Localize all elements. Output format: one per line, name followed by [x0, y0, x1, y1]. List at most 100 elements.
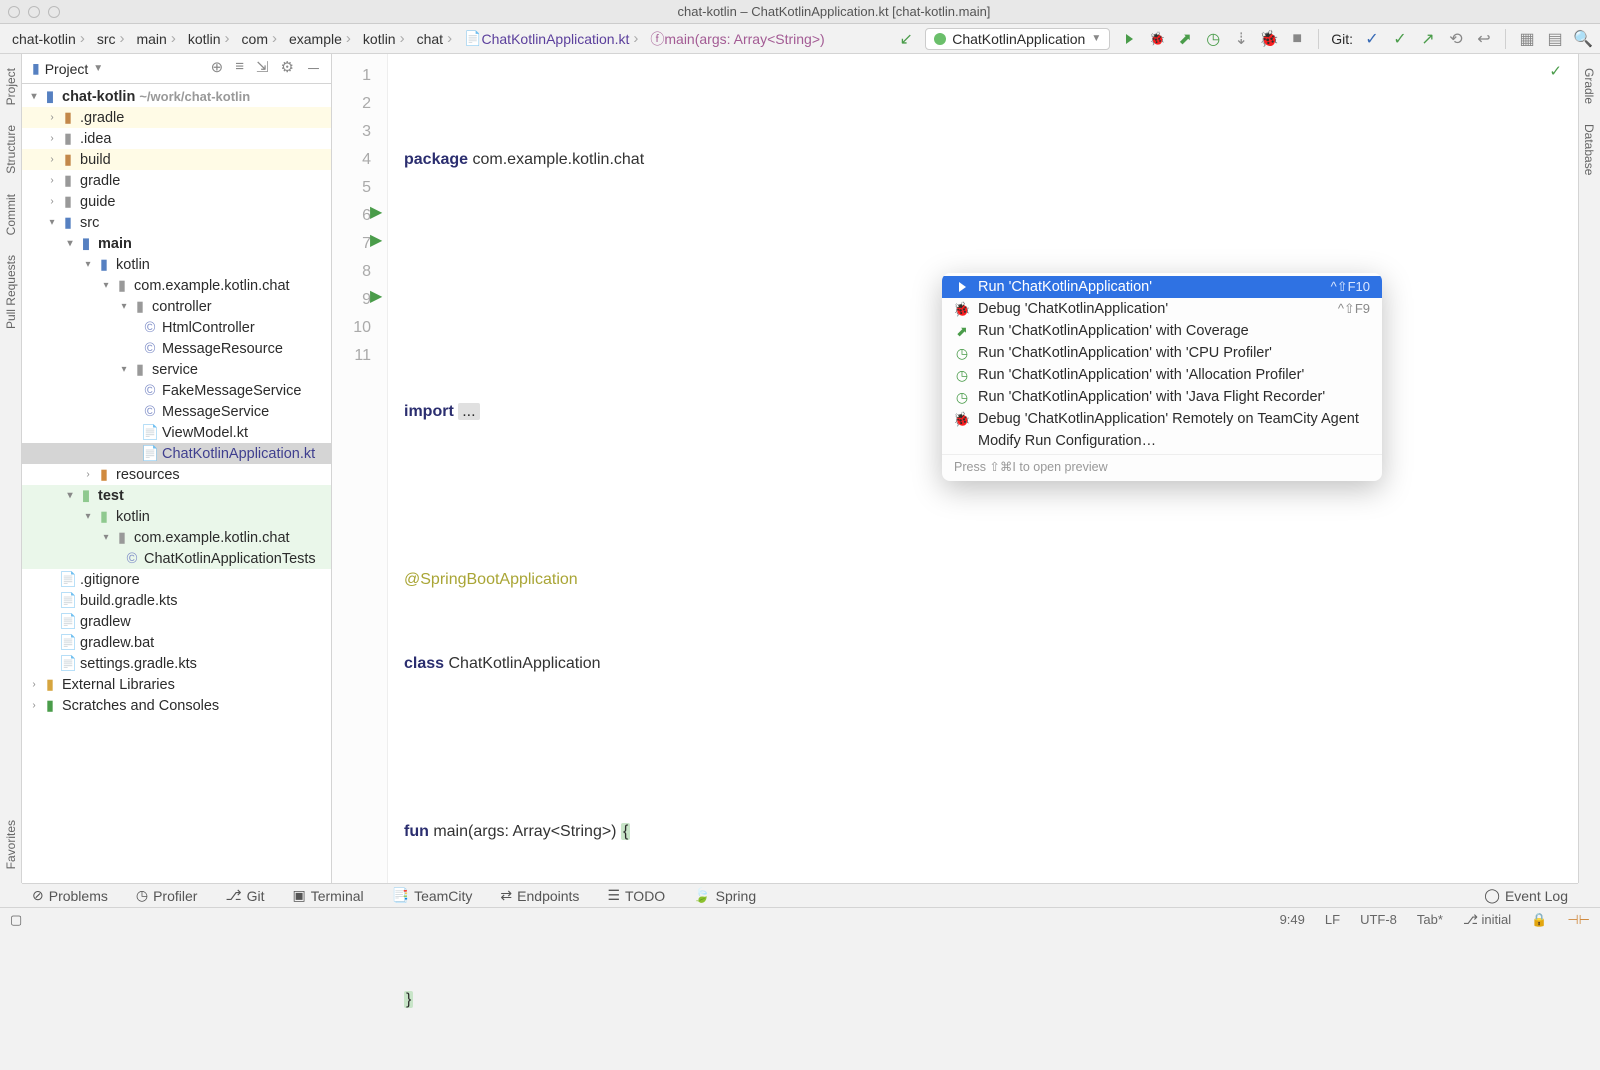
run-gutter-icon[interactable]: ▶ [370, 230, 382, 250]
tree-chat-tests[interactable]: ©ChatKotlinApplicationTests [22, 548, 331, 569]
crumb-file[interactable]: 📄 ChatKotlinApplication.kt [460, 28, 646, 49]
status-memory-icon[interactable]: ⊣⊢ [1567, 912, 1590, 928]
tree-test[interactable]: ▾▮test [22, 485, 331, 506]
tab-commit[interactable]: Commit [0, 184, 22, 245]
tab-structure[interactable]: Structure [0, 115, 22, 184]
status-git-branch[interactable]: ⎇ initial [1463, 912, 1511, 928]
tab-event-log[interactable]: ◯ Event Log [1484, 887, 1568, 904]
ctx-run[interactable]: Run 'ChatKotlinApplication'^⇧F10 [942, 276, 1382, 298]
tree-controller[interactable]: ▾▮controller [22, 296, 331, 317]
status-caret-pos[interactable]: 9:49 [1280, 912, 1305, 927]
tab-teamcity[interactable]: 📑 TeamCity [392, 887, 473, 904]
editor-gutter[interactable]: 1 2 3 4 5 6 7 8 9 10 11 [332, 54, 388, 883]
inspection-ok-icon[interactable]: ✓ [1549, 62, 1562, 80]
crumb-project[interactable]: chat-kotlin [8, 28, 93, 49]
tree-resources[interactable]: ›▮resources [22, 464, 331, 485]
project-view-selector[interactable]: ▮ Project ▼ [32, 60, 103, 77]
tree-gradle-dot[interactable]: ›▮.gradle [22, 107, 331, 128]
tree-root[interactable]: ▾▮chat-kotlin ~/work/chat-kotlin [22, 86, 331, 107]
tree-kotlin[interactable]: ▾▮kotlin [22, 254, 331, 275]
hide-icon[interactable]: － [306, 58, 321, 79]
tree-build-kts[interactable]: 📄build.gradle.kts [22, 590, 331, 611]
tree-test-kotlin[interactable]: ▾▮kotlin [22, 506, 331, 527]
tab-git[interactable]: ⎇ Git [225, 887, 264, 904]
ctx-coverage[interactable]: ⬈Run 'ChatKotlinApplication' with Covera… [942, 320, 1382, 342]
search-icon[interactable]: 🔍 [1574, 30, 1592, 48]
git-commit-icon[interactable]: ✓ [1391, 30, 1409, 48]
tree-main[interactable]: ▾▮main [22, 233, 331, 254]
project-tree[interactable]: ▾▮chat-kotlin ~/work/chat-kotlin ›▮.grad… [22, 84, 331, 883]
status-indent[interactable]: Tab* [1417, 912, 1443, 927]
git-revert-icon[interactable]: ↩ [1475, 30, 1493, 48]
crumb-chat[interactable]: chat [413, 28, 460, 49]
tree-chat-app-file[interactable]: 📄ChatKotlinApplication.kt [22, 443, 331, 464]
collapse-icon[interactable]: ⇲ [256, 58, 269, 79]
zoom-icon[interactable] [48, 6, 60, 18]
tab-endpoints[interactable]: ⇄ Endpoints [500, 887, 579, 904]
crumb-example[interactable]: example [285, 28, 359, 49]
run-gutter-icon[interactable]: ▶ [370, 286, 382, 306]
tree-scratches[interactable]: ›▮Scratches and Consoles [22, 695, 331, 716]
stop-icon[interactable]: ■ [1288, 30, 1306, 48]
tab-profiler[interactable]: ◷ Profiler [136, 887, 198, 904]
tab-todo[interactable]: ☰ TODO [607, 887, 665, 904]
ctx-cpu-profiler[interactable]: ◷Run 'ChatKotlinApplication' with 'CPU P… [942, 342, 1382, 364]
crumb-com[interactable]: com [238, 28, 285, 49]
crumb-src[interactable]: src [93, 28, 133, 49]
tree-idea[interactable]: ›▮.idea [22, 128, 331, 149]
tree-test-pkg[interactable]: ▾▮com.example.kotlin.chat [22, 527, 331, 548]
crumb-method[interactable]: ⓕ main(args: Array<String>) [646, 27, 828, 51]
tree-src[interactable]: ▾▮src [22, 212, 331, 233]
gear-icon[interactable]: ⚙ [281, 58, 294, 79]
tree-gradle[interactable]: ›▮gradle [22, 170, 331, 191]
tree-pkg[interactable]: ▾▮com.example.kotlin.chat [22, 275, 331, 296]
minimize-icon[interactable] [28, 6, 40, 18]
git-update-icon[interactable]: ✓ [1363, 30, 1381, 48]
tab-database[interactable]: Database [1579, 114, 1600, 185]
tree-service[interactable]: ▾▮service [22, 359, 331, 380]
tab-problems[interactable]: ⊘ Problems [32, 887, 108, 904]
tab-spring[interactable]: 🍃 Spring [693, 887, 756, 904]
settings-icon[interactable]: ▤ [1546, 30, 1564, 48]
tree-build[interactable]: ›▮build [22, 149, 331, 170]
tree-fake-service[interactable]: ©FakeMessageService [22, 380, 331, 401]
tree-message-service[interactable]: ©MessageService [22, 401, 331, 422]
tree-guide[interactable]: ›▮guide [22, 191, 331, 212]
expand-all-icon[interactable]: ≡ [235, 58, 244, 79]
tree-viewmodel[interactable]: 📄ViewModel.kt [22, 422, 331, 443]
tree-gitignore[interactable]: 📄.gitignore [22, 569, 331, 590]
run-gutter-icon[interactable]: ▶ [370, 202, 382, 222]
ctx-debug[interactable]: 🐞Debug 'ChatKotlinApplication'^⇧F9 [942, 298, 1382, 320]
status-line-sep[interactable]: LF [1325, 912, 1340, 927]
ctx-alloc-profiler[interactable]: ◷Run 'ChatKotlinApplication' with 'Alloc… [942, 364, 1382, 386]
select-opened-icon[interactable]: ⊕ [211, 58, 224, 79]
crumb-kotlin2[interactable]: kotlin [359, 28, 413, 49]
tab-terminal[interactable]: ▣ Terminal [292, 887, 363, 904]
close-icon[interactable] [8, 6, 20, 18]
tree-gradlew-bat[interactable]: 📄gradlew.bat [22, 632, 331, 653]
remote-icon[interactable]: 🐞 [1260, 30, 1278, 48]
status-lock-icon[interactable]: 🔒 [1531, 912, 1547, 928]
run-icon[interactable] [1120, 30, 1138, 48]
tab-pull-requests[interactable]: Pull Requests [0, 245, 22, 339]
ctx-modify-run[interactable]: Modify Run Configuration… [942, 430, 1382, 452]
tab-gradle[interactable]: Gradle [1579, 58, 1600, 114]
coverage-icon[interactable]: ⬈ [1176, 30, 1194, 48]
run-config-select[interactable]: ChatKotlinApplication ▼ [925, 28, 1110, 50]
debug-icon[interactable]: 🐞 [1148, 30, 1166, 48]
tree-html-controller[interactable]: ©HtmlController [22, 317, 331, 338]
tab-favorites[interactable]: Favorites [0, 810, 21, 879]
ctx-jfr[interactable]: ◷Run 'ChatKotlinApplication' with 'Java … [942, 386, 1382, 408]
tree-settings-kts[interactable]: 📄settings.gradle.kts [22, 653, 331, 674]
tree-gradlew[interactable]: 📄gradlew [22, 611, 331, 632]
crumb-kotlin[interactable]: kotlin [184, 28, 238, 49]
ctx-tc-debug[interactable]: 🐞Debug 'ChatKotlinApplication' Remotely … [942, 408, 1382, 430]
tree-message-resource[interactable]: ©MessageResource [22, 338, 331, 359]
build-icon[interactable]: ↙ [897, 30, 915, 48]
git-push-icon[interactable]: ↗ [1419, 30, 1437, 48]
status-windows-icon[interactable]: ▢ [10, 912, 22, 928]
tree-external-libraries[interactable]: ›▮External Libraries [22, 674, 331, 695]
status-encoding[interactable]: UTF-8 [1360, 912, 1397, 927]
git-history-icon[interactable]: ⟲ [1447, 30, 1465, 48]
ide-scripting-icon[interactable]: ▦ [1518, 30, 1536, 48]
